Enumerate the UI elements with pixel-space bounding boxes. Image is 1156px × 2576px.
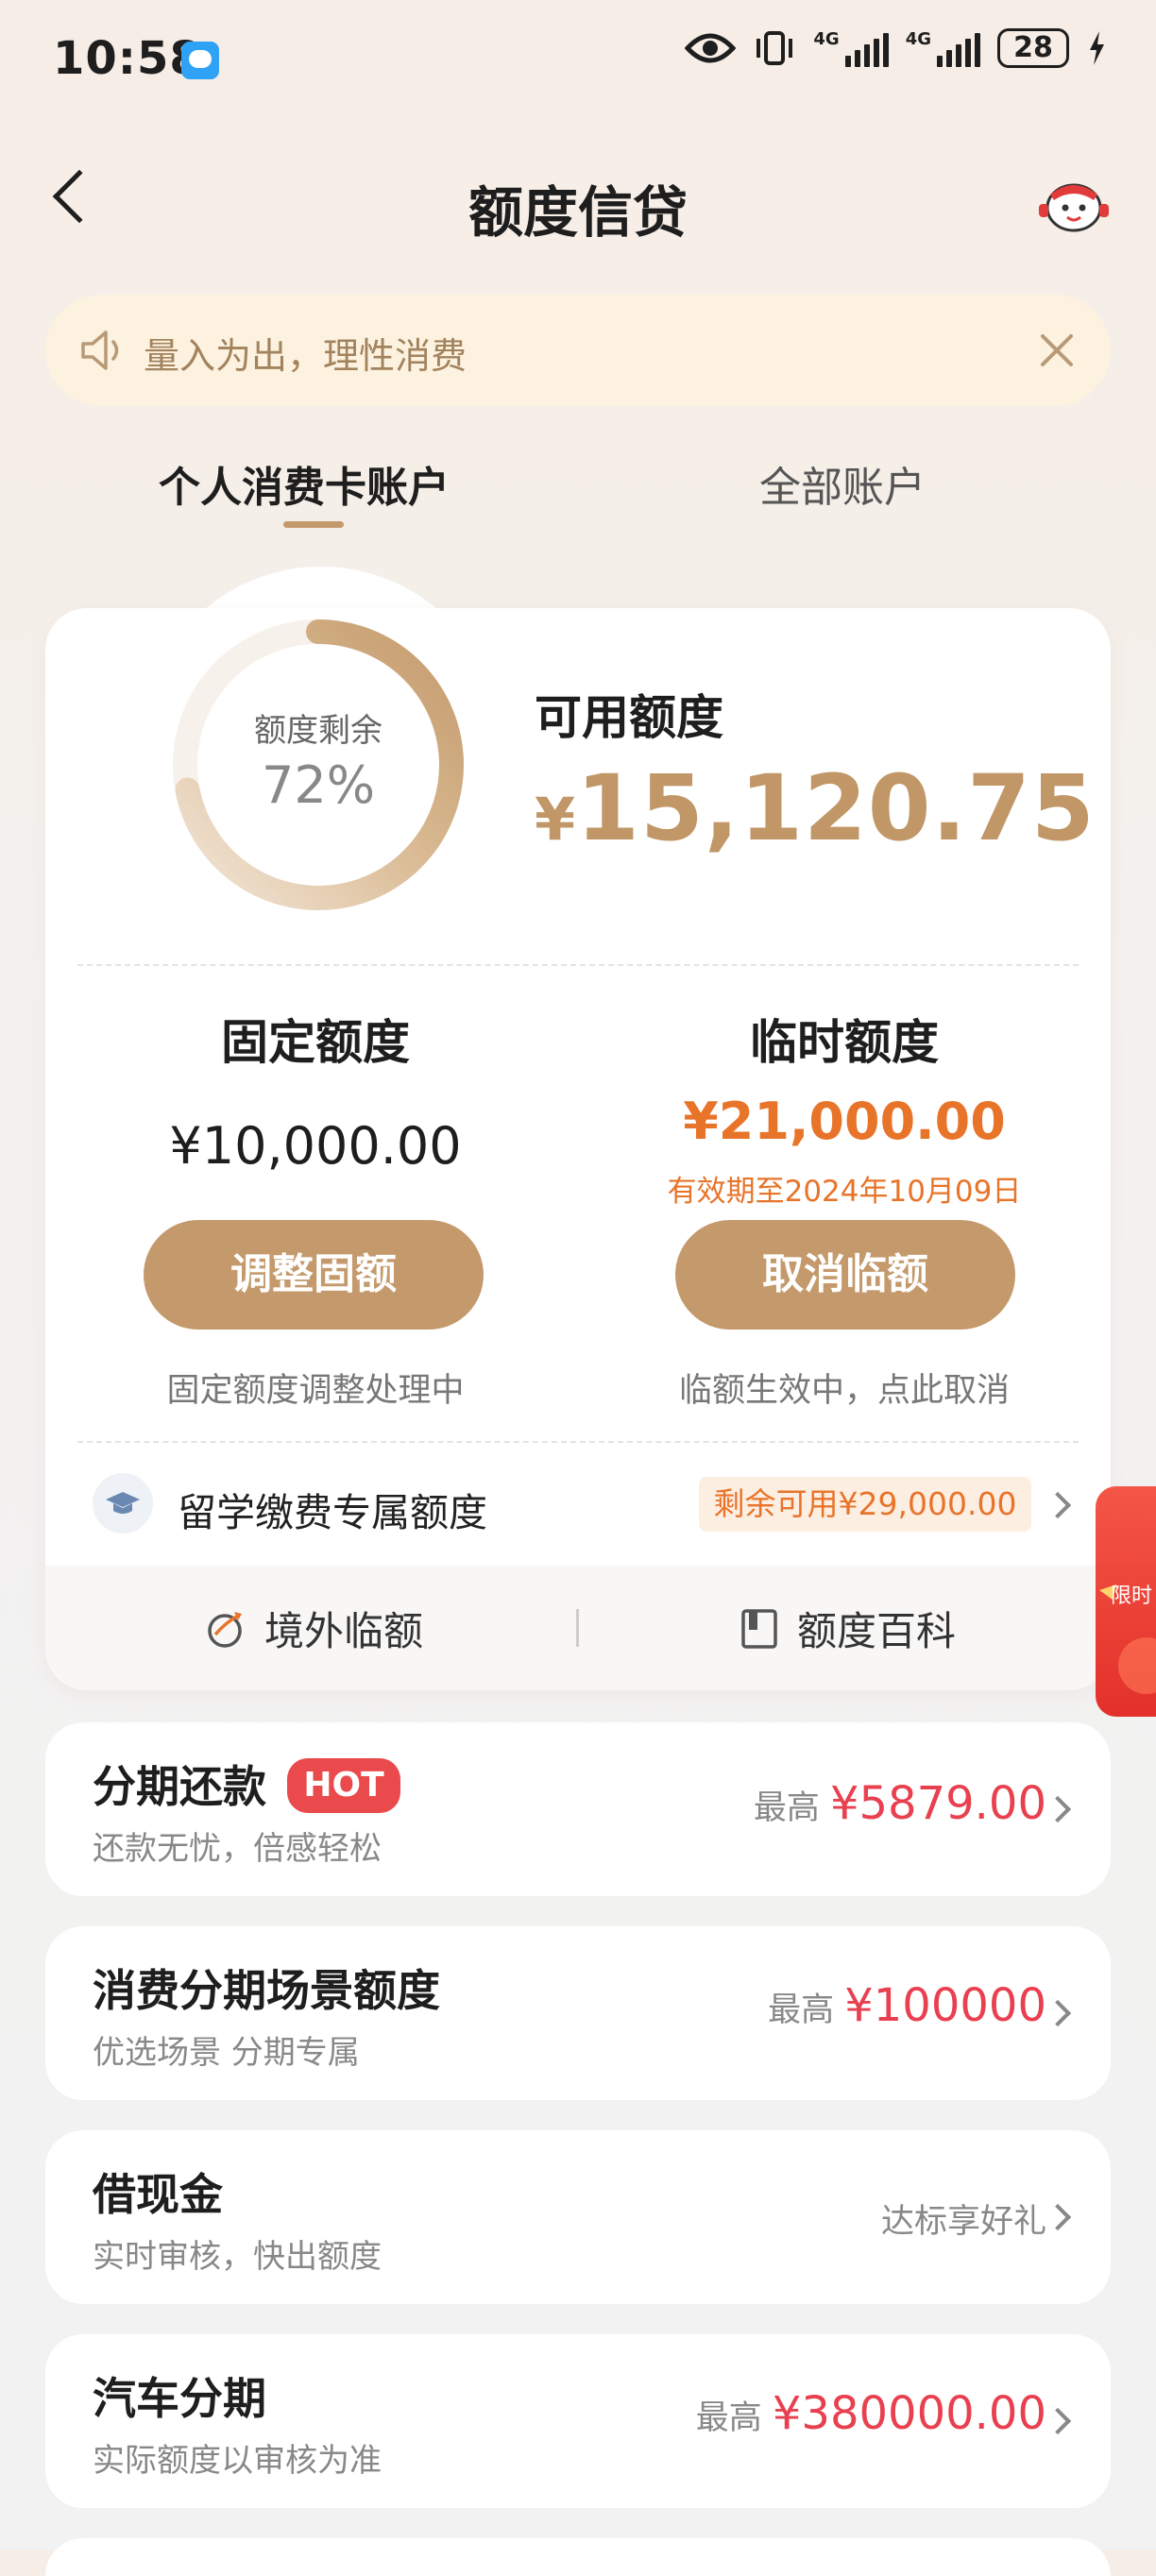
fixed-credit-note: 固定额度调整处理中 xyxy=(166,1372,465,1410)
max-amount-value: ¥100000 xyxy=(844,1979,1046,2032)
charging-icon xyxy=(1090,31,1104,65)
service-title: 汽车分期 xyxy=(93,2373,266,2424)
ring-label: 额度剩余 xyxy=(254,712,382,750)
available-credit-amount: ¥15,120.75 xyxy=(535,755,1096,861)
service-max-amount: 最高 ¥380000.00 xyxy=(696,2387,1046,2440)
network-type-1: 4G xyxy=(813,29,840,49)
eye-icon xyxy=(685,33,737,63)
max-amount-value: ¥5879.00 xyxy=(829,1777,1046,1830)
message-notification-icon xyxy=(181,42,219,79)
graduation-cap-icon xyxy=(106,1492,140,1514)
divider xyxy=(77,1441,1079,1443)
temporary-credit-title: 临时额度 xyxy=(750,1015,939,1070)
divider xyxy=(77,964,1079,966)
currency-symbol: ¥ xyxy=(535,785,577,854)
service-subtitle: 优选场景 分期专属 xyxy=(93,2034,360,2072)
study-abroad-remaining-badge: 剩余可用¥29,000.00 xyxy=(699,1477,1031,1532)
temporary-credit-expiry: 有效期至2024年10月09日 xyxy=(667,1175,1022,1209)
close-icon[interactable] xyxy=(1037,330,1077,370)
credit-encyclopedia-label: 额度百科 xyxy=(797,1608,957,1654)
max-prefix: 最高 xyxy=(768,1991,835,2029)
promo-text: 限时 xyxy=(1111,1585,1153,1608)
signal-2-icon: 4G xyxy=(906,29,980,67)
notice-text: 量入为出，理性消费 xyxy=(144,335,468,377)
service-card-next[interactable] xyxy=(45,2538,1111,2576)
max-prefix: 最高 xyxy=(753,1789,820,1827)
service-subtitle: 还款无忧，倍感轻松 xyxy=(93,1830,382,1868)
network-type-2: 4G xyxy=(905,29,931,49)
fixed-credit-amount: ¥10,000.00 xyxy=(169,1116,462,1176)
ring-percentage: 72% xyxy=(261,755,376,815)
tab-personal-card-account[interactable]: 个人消费卡账户 xyxy=(159,453,450,514)
mascot-icon[interactable] xyxy=(1037,172,1111,234)
temporary-credit-amount: ¥21,000.00 xyxy=(683,1092,1006,1151)
service-title: 分期还款 xyxy=(93,1761,266,1812)
available-amount-value: 15,120.75 xyxy=(576,755,1096,861)
service-subtitle: 实际额度以审核为准 xyxy=(93,2442,382,2480)
service-title: 消费分期场景额度 xyxy=(93,1965,440,2016)
max-prefix: 最高 xyxy=(695,2399,762,2437)
overseas-temp-credit-label: 境外临额 xyxy=(264,1608,424,1654)
study-abroad-label: 留学缴费专属额度 xyxy=(178,1490,487,1535)
status-icons: 4G 4G 28 xyxy=(685,28,1107,68)
max-amount-value: ¥380000.00 xyxy=(772,2387,1046,2440)
battery-level: 28 xyxy=(997,28,1069,68)
speaker-icon xyxy=(81,330,119,370)
fixed-credit-title: 固定额度 xyxy=(221,1015,410,1070)
service-max-amount: 最高 ¥100000 xyxy=(768,1979,1046,2032)
footer-divider xyxy=(576,1609,579,1647)
book-icon xyxy=(741,1608,777,1649)
service-title: 借现金 xyxy=(93,2169,223,2220)
status-time: 10:58 xyxy=(53,32,202,85)
vibrate-icon xyxy=(756,31,793,65)
adjust-fixed-credit-button[interactable]: 调整固额 xyxy=(144,1220,484,1330)
hot-badge: HOT xyxy=(287,1758,400,1813)
overseas-temp-credit-link[interactable]: 境外临额 xyxy=(202,1600,423,1657)
credit-encyclopedia-link[interactable]: 额度百科 xyxy=(739,1600,956,1657)
tab-all-accounts[interactable]: 全部账户 xyxy=(759,453,926,514)
temporary-credit-note[interactable]: 临额生效中，点此取消 xyxy=(608,1364,1080,1412)
globe-plane-icon xyxy=(208,1611,242,1648)
active-tab-indicator xyxy=(283,521,344,528)
page-title: 额度信贷 xyxy=(468,180,688,245)
available-credit-label: 可用额度 xyxy=(535,690,723,745)
signal-1-icon: 4G xyxy=(813,29,889,67)
service-promo-text: 达标享好礼 xyxy=(880,2203,1046,2241)
service-max-amount: 最高 ¥5879.00 xyxy=(754,1777,1046,1830)
graduation-cap-icon-wrap xyxy=(93,1473,153,1534)
cancel-temporary-credit-button[interactable]: 取消临额 xyxy=(675,1220,1015,1330)
service-subtitle: 实时审核，快出额度 xyxy=(93,2238,382,2276)
